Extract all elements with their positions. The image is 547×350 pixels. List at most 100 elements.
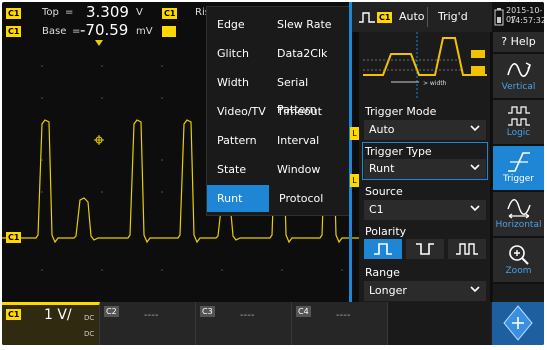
logic-label: Logic (506, 128, 531, 138)
channel-slot-c2[interactable]: C2 ---- (100, 302, 196, 345)
channel-tag: C1 (6, 309, 22, 320)
panel-divider (349, 2, 352, 302)
polarity-either-button[interactable] (448, 239, 486, 259)
status-trigger-state: Trig'd (438, 10, 468, 23)
zoom-label: Zoom (505, 266, 532, 276)
trigger-type-menu: Edge Slew Rate Glitch Data2Clk Width Ser… (206, 6, 352, 216)
right-sidebar: ? Help Vertical Logic Trigger Horizontal… (492, 32, 544, 302)
channel-scale: ---- (240, 310, 255, 321)
level-marker-l1: L (350, 174, 359, 187)
channel-coupling-2: DC (84, 330, 95, 338)
channel-bar: C1 1 V/ DC DC C2 ---- C3 ---- C4 ---- (2, 302, 544, 345)
trigger-settings-panel: > width Trigger Mode Auto Trigger Type R… (359, 32, 490, 302)
trigger-position-marker (95, 40, 103, 46)
trigger-type-dropdown[interactable]: Runt (364, 159, 486, 179)
measure-top-channel-tag: C1 (6, 8, 22, 19)
vertical-button[interactable]: Vertical (493, 54, 544, 98)
menu-item-interval[interactable]: Interval (267, 127, 351, 154)
source-dropdown[interactable]: C1 (364, 200, 486, 220)
channel-tag: C4 (296, 306, 311, 317)
trigger-mode-value: Auto (369, 123, 395, 136)
measure-right-channel-tag: C1 (162, 8, 178, 19)
measure-base-label: Base (42, 26, 67, 37)
menu-item-protocol[interactable]: Protocol (269, 185, 351, 212)
chevron-down-icon (470, 286, 480, 293)
status-source-tag: C1 (377, 12, 393, 23)
channel-scale: ---- (144, 310, 159, 321)
battery-icon (494, 8, 504, 26)
chevron-down-icon (470, 205, 480, 212)
measure-base-channel-tag: C1 (6, 26, 22, 37)
chevron-down-icon (470, 164, 480, 171)
waveform-channel-tag: C1 (6, 232, 22, 243)
menu-item-state[interactable]: State (207, 156, 267, 183)
polarity-positive-button[interactable] (364, 239, 402, 259)
center-crosshair-icon (94, 135, 104, 145)
channel-coupling: DC (84, 314, 95, 322)
edge-trigger-icon (359, 12, 375, 23)
range-dropdown[interactable]: Longer (364, 281, 486, 301)
trigger-type-value: Runt (369, 162, 395, 175)
divider (427, 7, 428, 27)
channel-scale: 1 V/ (44, 307, 72, 323)
channel-tag: C2 (104, 306, 119, 317)
measure-top-value: 3.309 (86, 3, 129, 21)
chevron-down-icon (470, 125, 480, 132)
brand-logo-button[interactable] (492, 302, 544, 345)
trigger-mode-label: Trigger Mode (365, 105, 437, 118)
positive-pulse-icon (374, 243, 392, 255)
vertical-label: Vertical (501, 82, 536, 92)
logic-button[interactable]: Logic (493, 100, 544, 144)
equals-sign: = (65, 7, 74, 18)
status-time: 14:57:32 (510, 16, 544, 25)
preview-width-label: > width (423, 80, 447, 87)
menu-item-data2clk[interactable]: Data2Clk (267, 40, 351, 67)
status-mode[interactable]: Auto (399, 10, 425, 23)
menu-item-width[interactable]: Width (207, 69, 267, 96)
menu-item-pattern[interactable]: Pattern (207, 127, 267, 154)
menu-item-timeout[interactable]: Timeout (267, 98, 351, 125)
help-button[interactable]: ? Help (493, 32, 544, 52)
trigger-icon (507, 152, 530, 172)
zoom-button[interactable]: Zoom (493, 238, 544, 282)
either-pulse-icon (456, 243, 478, 255)
negative-pulse-icon (416, 243, 434, 255)
trigger-type-label: Trigger Type (365, 145, 432, 158)
menu-item-slew-rate[interactable]: Slew Rate (267, 11, 351, 38)
measure-top-label: Top (42, 7, 59, 18)
horizontal-label: Horizontal (495, 220, 542, 230)
trigger-button[interactable]: Trigger (493, 146, 544, 190)
measure-top-unit: V (136, 7, 143, 18)
channel-slot-c1[interactable]: C1 1 V/ DC DC (2, 302, 100, 345)
channel-tag: C3 (200, 306, 215, 317)
source-value: C1 (369, 203, 384, 216)
menu-item-runt[interactable]: Runt (207, 185, 269, 212)
vertical-icon (506, 62, 531, 77)
trigger-mode-dropdown[interactable]: Auto (364, 120, 486, 140)
zoom-icon (508, 245, 529, 265)
level-marker-l2: L (350, 127, 359, 140)
logic-icon (507, 106, 530, 126)
sidebar-spacer (493, 284, 544, 302)
range-label: Range (365, 266, 400, 279)
channel-scale: ---- (336, 310, 351, 321)
status-bar: C1 Auto Trig'd (352, 2, 492, 32)
menu-item-video-tv[interactable]: Video/TV (207, 98, 267, 125)
channel-bar-spacer (388, 302, 490, 345)
horizontal-button[interactable]: Horizontal (493, 192, 544, 236)
datetime-area: 2015-10-07 14:57:32 (492, 2, 544, 32)
menu-item-serial-pattern[interactable]: Serial Pattern (267, 69, 351, 116)
horizontal-icon (506, 199, 531, 219)
oscilloscope-screen: C1 Top = 3.309 V C1 Base = -70.59 mV C1 … (2, 2, 544, 345)
polarity-negative-button[interactable] (406, 239, 444, 259)
trigger-label: Trigger (502, 174, 535, 184)
menu-item-window[interactable]: Window (267, 156, 351, 183)
channel-slot-c3[interactable]: C3 ---- (196, 302, 292, 345)
menu-item-edge[interactable]: Edge (207, 11, 267, 38)
measure-base-unit: mV (136, 26, 153, 37)
channel-slot-c4[interactable]: C4 ---- (292, 302, 388, 345)
menu-item-glitch[interactable]: Glitch (207, 40, 267, 67)
polarity-label: Polarity (365, 225, 407, 238)
measure-right-channel-tag-2 (162, 26, 176, 37)
source-label: Source (365, 185, 403, 198)
